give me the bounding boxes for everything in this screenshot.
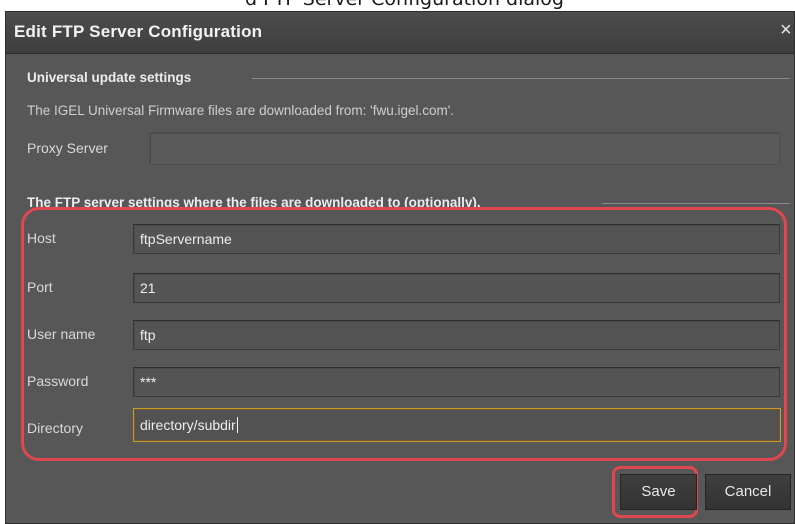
save-button[interactable]: Save — [620, 474, 697, 510]
universal-info-text: The IGEL Universal Firmware files are do… — [27, 103, 455, 118]
close-icon[interactable]: × — [780, 19, 794, 41]
section-divider — [602, 203, 790, 204]
dialog-title: Edit FTP Server Configuration — [14, 22, 263, 41]
password-input[interactable]: *** — [133, 367, 780, 397]
universal-section-title: Universal update settings — [27, 70, 192, 85]
cancel-button[interactable]: Cancel — [705, 474, 791, 510]
password-label: Password — [27, 373, 89, 389]
text-caret — [236, 417, 238, 433]
dialog-titlebar: Edit FTP Server Configuration × — [6, 12, 794, 54]
edit-ftp-dialog: Edit FTP Server Configuration × Universa… — [5, 11, 795, 524]
host-input[interactable]: ftpServername — [133, 224, 780, 254]
proxy-server-input[interactable] — [149, 132, 780, 165]
username-input[interactable]: ftp — [133, 320, 780, 350]
host-label: Host — [27, 230, 56, 246]
page-caption-text: d FTP Server Configuration dialog — [245, 0, 564, 10]
page-caption: d FTP Server Configuration dialog — [0, 0, 795, 11]
proxy-server-label: Proxy Server — [27, 140, 108, 156]
port-input[interactable]: 21 — [133, 273, 780, 303]
directory-input-value: directory/subdir — [140, 417, 236, 433]
directory-input[interactable]: directory/subdir — [133, 408, 781, 442]
ftp-section-title: The FTP server settings where the files … — [27, 195, 481, 210]
directory-label: Directory — [27, 420, 84, 436]
port-label: Port — [27, 279, 53, 295]
username-label: User name — [27, 326, 96, 342]
section-divider — [252, 78, 790, 79]
